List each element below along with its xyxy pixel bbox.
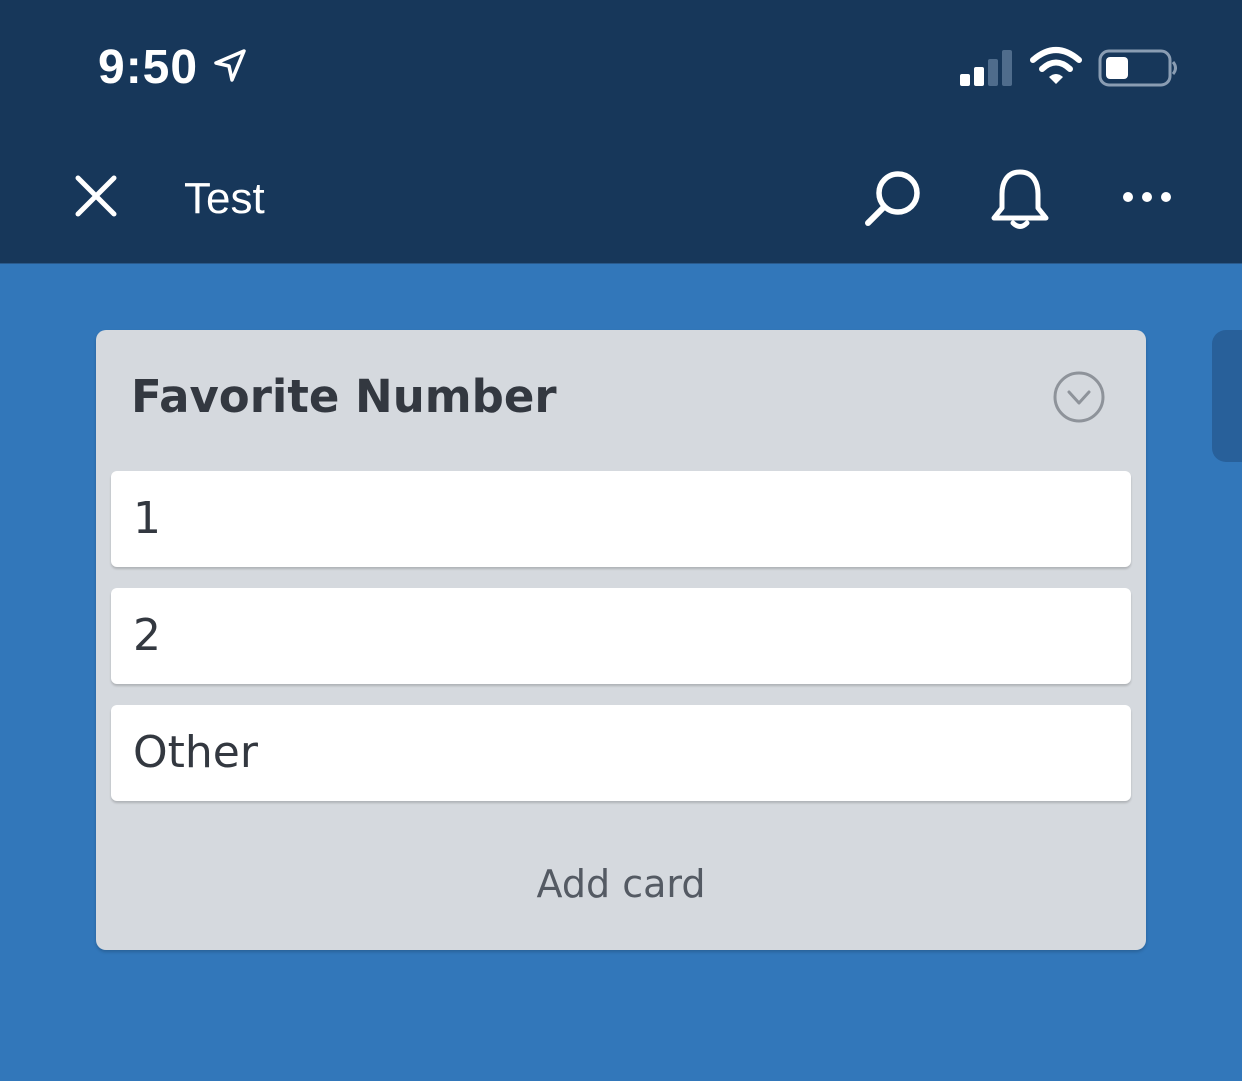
- card-title: 2: [133, 610, 161, 661]
- status-time: 9:50: [98, 41, 199, 94]
- next-list-edge[interactable]: [1212, 330, 1242, 462]
- board-title: Test: [184, 174, 265, 223]
- location-arrow-icon: [214, 49, 246, 82]
- cellular-signal-icon: [960, 50, 1012, 86]
- bell-icon[interactable]: [988, 166, 1052, 232]
- list-favorite-number: Favorite Number 1 2 Other Add card: [96, 330, 1146, 950]
- battery-icon: [1098, 49, 1177, 87]
- search-icon[interactable]: [862, 168, 924, 230]
- card[interactable]: 1: [111, 471, 1131, 567]
- chevron-down-circle-icon[interactable]: [1052, 370, 1106, 424]
- app-header: 9:50 Test: [0, 0, 1242, 264]
- card-title: Other: [133, 727, 258, 778]
- more-icon[interactable]: [1120, 182, 1174, 212]
- list-title: Favorite Number: [131, 370, 557, 423]
- card-title: 1: [133, 493, 161, 544]
- add-card-button[interactable]: Add card: [96, 862, 1146, 908]
- card[interactable]: 2: [111, 588, 1131, 684]
- wifi-icon: [1030, 47, 1082, 84]
- close-icon[interactable]: [72, 172, 120, 220]
- card[interactable]: Other: [111, 705, 1131, 801]
